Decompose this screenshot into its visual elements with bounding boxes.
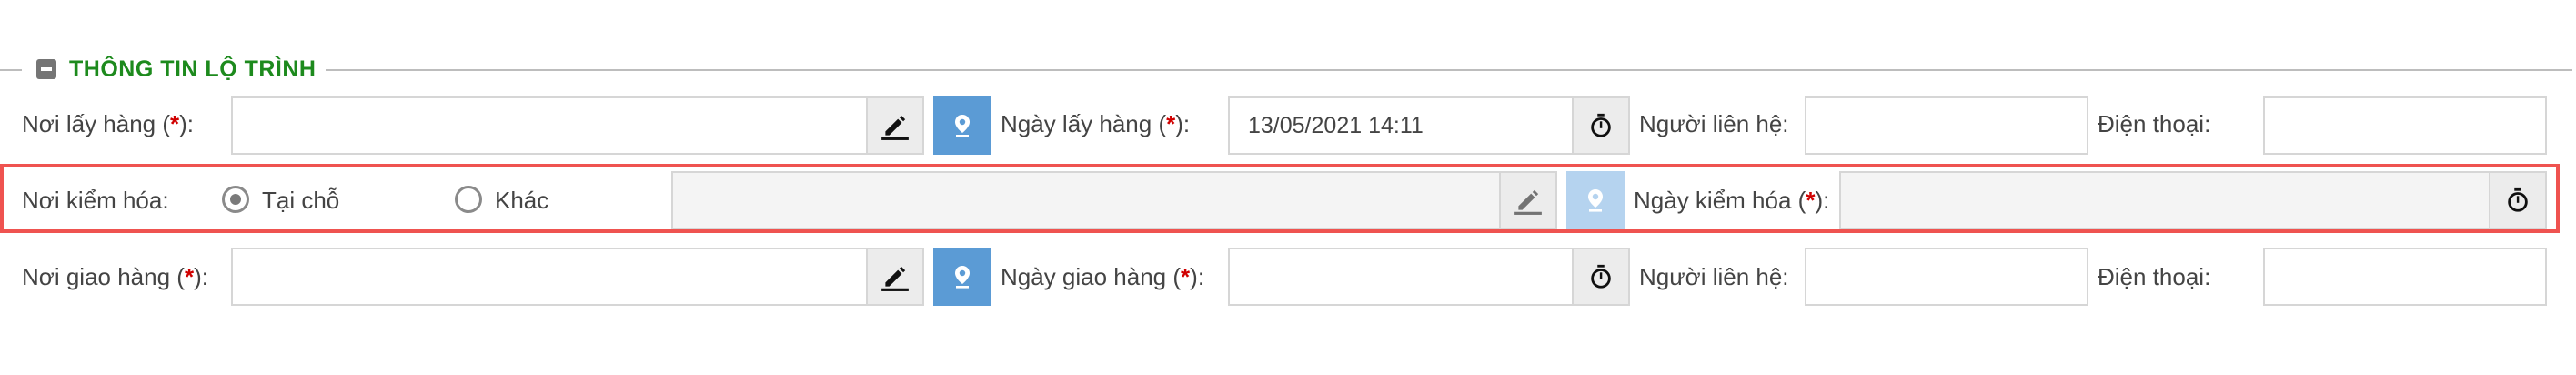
pickup-date-time-button[interactable]: [1572, 98, 1628, 153]
pencil-icon: [880, 261, 911, 292]
delivery-date-time-button[interactable]: [1572, 249, 1628, 304]
pencil-icon: [880, 110, 911, 141]
map-pin-icon: [1581, 186, 1610, 215]
pickup-location-edit-button[interactable]: [866, 98, 922, 153]
label-suffix: ):: [1815, 187, 1830, 214]
stopwatch-icon: [1587, 112, 1615, 139]
inspection-date-label-text: Ngày kiểm hóa (: [1634, 187, 1806, 214]
map-pin-icon: [948, 111, 977, 140]
delivery-date-label: Ngày giao hàng (*):: [1001, 262, 1204, 291]
stopwatch-icon: [2504, 187, 2531, 214]
label-suffix: ):: [1175, 110, 1191, 137]
delivery-location-edit-button[interactable]: [866, 249, 922, 304]
label-suffix: ):: [1190, 263, 1205, 290]
pickup-map-button[interactable]: [933, 96, 991, 155]
pickup-contact-input[interactable]: [1805, 96, 2088, 155]
delivery-contact-label: Người liên hệ:: [1639, 263, 1789, 290]
required-mark: *: [184, 263, 195, 290]
pickup-date-value: 13/05/2021 14:11: [1248, 112, 1424, 138]
section-header[interactable]: THÔNG TIN LỘ TRÌNH: [31, 51, 322, 87]
inspection-date-label: Ngày kiểm hóa (*):: [1634, 186, 1829, 215]
pickup-phone-label: Điện thoại:: [2098, 110, 2211, 137]
pickup-location-input[interactable]: [231, 96, 924, 155]
inspection-location-edit-button[interactable]: [1499, 173, 1555, 228]
pickup-location-label: Nơi lấy hàng (*):: [22, 109, 194, 138]
delivery-map-button[interactable]: [933, 248, 991, 306]
pencil-icon: [1513, 185, 1544, 216]
delivery-date-input[interactable]: [1228, 248, 1630, 306]
label-suffix: ):: [194, 263, 208, 290]
map-pin-icon: [948, 262, 977, 291]
required-mark: *: [1181, 263, 1191, 290]
inspection-location-label: Nơi kiểm hóa:: [22, 187, 169, 214]
inspection-date-input[interactable]: [1839, 171, 2547, 229]
required-mark: *: [1166, 110, 1176, 137]
inspection-other-label[interactable]: Khác: [495, 186, 548, 215]
delivery-location-label-text: Nơi giao hàng (: [22, 263, 185, 290]
inspection-onsite-label[interactable]: Tại chỗ: [262, 186, 339, 215]
pickup-date-label-text: Ngày lấy hàng (: [1001, 110, 1167, 137]
pickup-phone-input[interactable]: [2263, 96, 2547, 155]
section-divider-right: [326, 69, 2572, 71]
label-suffix: ):: [179, 110, 195, 137]
required-mark: *: [1806, 187, 1816, 214]
delivery-date-label-text: Ngày giao hàng (: [1001, 263, 1182, 290]
section-title: THÔNG TIN LỘ TRÌNH: [69, 56, 317, 82]
inspection-date-time-button[interactable]: [2489, 173, 2545, 228]
stopwatch-icon: [1587, 263, 1615, 290]
inspection-location-input[interactable]: [671, 171, 1557, 229]
inspection-map-button[interactable]: [1566, 171, 1625, 229]
section-divider-left: [0, 69, 22, 71]
minus-square-icon[interactable]: [36, 59, 56, 79]
delivery-location-label: Nơi giao hàng (*):: [22, 262, 208, 291]
pickup-location-label-text: Nơi lấy hàng (: [22, 110, 171, 137]
delivery-phone-label: Điện thoại:: [2098, 263, 2211, 290]
pickup-contact-label: Người liên hệ:: [1639, 110, 1789, 137]
delivery-location-input[interactable]: [231, 248, 924, 306]
delivery-contact-input[interactable]: [1805, 248, 2088, 306]
route-info-section: THÔNG TIN LỘ TRÌNH Nơi lấy hàng (*): Ngà…: [0, 0, 2576, 375]
required-mark: *: [170, 110, 180, 137]
pickup-date-input[interactable]: 13/05/2021 14:11: [1228, 96, 1630, 155]
delivery-phone-input[interactable]: [2263, 248, 2547, 306]
pickup-date-label: Ngày lấy hàng (*):: [1001, 109, 1190, 138]
inspection-onsite-radio[interactable]: [222, 186, 249, 213]
inspection-other-radio[interactable]: [455, 186, 482, 213]
